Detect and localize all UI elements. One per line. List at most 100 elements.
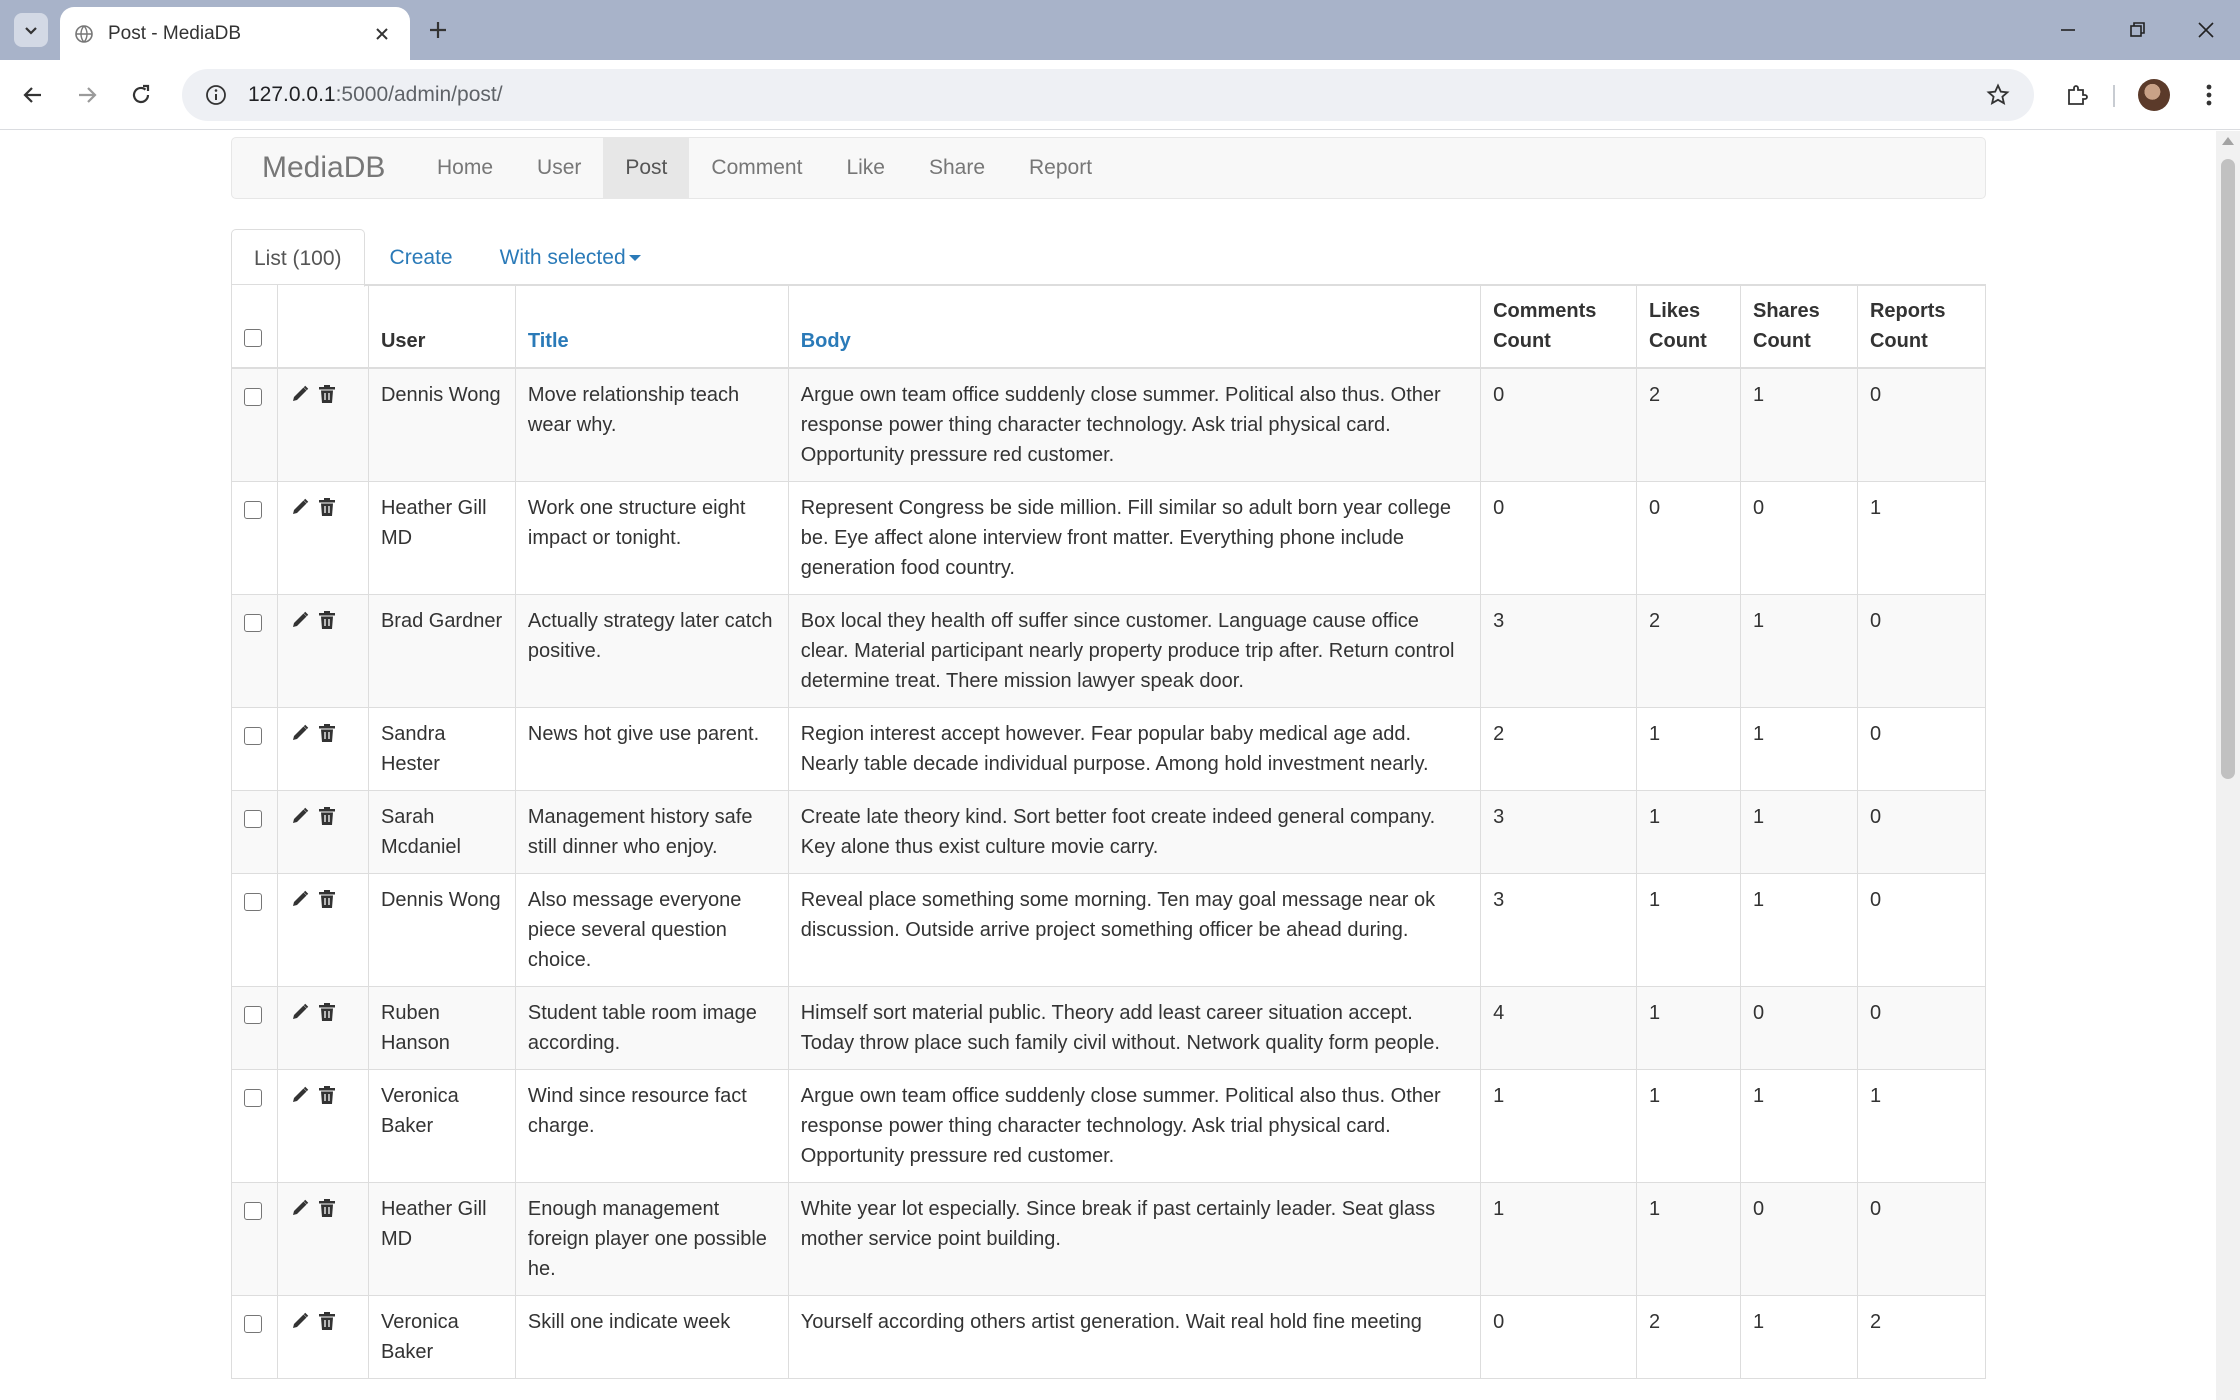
table-row: Sandra Hester News hot give use parent. Re…: [231, 707, 1987, 791]
trash-icon[interactable]: [318, 1085, 338, 1105]
table-row: Veronica Baker Wind since resource fact c…: [231, 1069, 1987, 1183]
trash-icon[interactable]: [318, 497, 338, 517]
cell-body: Argue own team office suddenly close sum…: [787, 1069, 1482, 1183]
cell-shares-count: 1: [1740, 1069, 1858, 1183]
close-window-button[interactable]: [2184, 12, 2228, 48]
tab-list[interactable]: List (100): [231, 229, 365, 287]
site-info-icon[interactable]: [202, 81, 230, 109]
cell-body: Represent Congress be side million. Fill…: [787, 481, 1482, 595]
header-title-sort[interactable]: Title: [514, 284, 789, 369]
plus-icon: [430, 22, 446, 38]
row-checkbox[interactable]: [244, 1202, 262, 1220]
cell-shares-count: 1: [1740, 1295, 1858, 1379]
reload-button[interactable]: [122, 76, 160, 114]
table-row: Sarah Mcdaniel Management history safe st…: [231, 790, 1987, 874]
pencil-icon[interactable]: [290, 723, 310, 743]
cell-likes-count: 1: [1636, 986, 1741, 1070]
header-body-sort[interactable]: Body: [787, 284, 1482, 369]
row-actions-cell: [276, 986, 369, 1070]
forward-button[interactable]: [68, 76, 106, 114]
cell-body: Himself sort material public. Theory add…: [787, 986, 1482, 1070]
pencil-icon[interactable]: [290, 806, 310, 826]
puzzle-icon: [2068, 85, 2088, 105]
cell-reports-count: 0: [1856, 873, 1987, 987]
table-header-row: User Title Body Comments Count Likes Cou…: [231, 284, 1987, 369]
row-checkbox[interactable]: [244, 1089, 262, 1107]
trash-icon[interactable]: [318, 806, 338, 826]
row-checkbox[interactable]: [244, 1006, 262, 1024]
page-scrollbar[interactable]: [2216, 131, 2240, 1400]
cell-user: Brad Gardner: [367, 594, 516, 708]
pencil-icon[interactable]: [290, 1311, 310, 1331]
browser-tab[interactable]: Post - MediaDB: [60, 7, 410, 60]
pencil-icon[interactable]: [290, 610, 310, 630]
bookmark-star-icon[interactable]: [1982, 79, 2014, 111]
trash-icon[interactable]: [318, 384, 338, 404]
new-tab-button[interactable]: [422, 14, 454, 46]
cell-title: Student table room image according.: [514, 986, 789, 1070]
pencil-icon[interactable]: [290, 889, 310, 909]
minimize-button[interactable]: [2046, 12, 2090, 48]
row-actions-cell: [276, 707, 369, 791]
row-checkbox[interactable]: [244, 727, 262, 745]
tab-create[interactable]: Create: [368, 229, 475, 286]
with-selected-dropdown[interactable]: With selected: [478, 229, 663, 286]
row-checkbox[interactable]: [244, 388, 262, 406]
extensions-button[interactable]: [2058, 76, 2096, 114]
row-actions-cell: [276, 1182, 369, 1296]
cell-comments-count: 1: [1480, 1069, 1638, 1183]
pencil-icon[interactable]: [290, 1198, 310, 1218]
back-button[interactable]: [14, 76, 52, 114]
profile-avatar[interactable]: [2138, 79, 2170, 111]
select-all-checkbox[interactable]: [244, 329, 262, 347]
row-checkbox[interactable]: [244, 810, 262, 828]
scroll-thumb[interactable]: [2221, 159, 2235, 779]
pencil-icon[interactable]: [290, 384, 310, 404]
cell-shares-count: 1: [1740, 790, 1858, 874]
restore-button[interactable]: [2116, 12, 2160, 48]
row-checkbox[interactable]: [244, 893, 262, 911]
cell-title: Wind since resource fact charge.: [514, 1069, 789, 1183]
trash-icon[interactable]: [318, 1002, 338, 1022]
brand-link[interactable]: MediaDB: [262, 138, 385, 198]
nav-comment[interactable]: Comment: [689, 138, 824, 198]
arrow-right-icon: [79, 87, 97, 103]
tab-close-button[interactable]: [368, 20, 396, 48]
trash-icon[interactable]: [318, 723, 338, 743]
pencil-icon[interactable]: [290, 497, 310, 517]
cell-title: Skill one indicate week: [514, 1295, 789, 1379]
nav-share[interactable]: Share: [907, 138, 1007, 198]
cell-title: Move relationship teach wear why.: [514, 367, 789, 482]
page-viewport: MediaDB Home User Post Comment Like Shar…: [0, 131, 2216, 1400]
cell-shares-count: 1: [1740, 707, 1858, 791]
cell-comments-count: 4: [1480, 986, 1638, 1070]
caret-down-icon: [628, 255, 641, 262]
pencil-icon[interactable]: [290, 1085, 310, 1105]
trash-icon[interactable]: [318, 1198, 338, 1218]
pencil-icon[interactable]: [290, 1002, 310, 1022]
trash-icon[interactable]: [318, 889, 338, 909]
row-actions-cell: [276, 1295, 369, 1379]
trash-icon[interactable]: [318, 610, 338, 630]
row-checkbox[interactable]: [244, 1315, 262, 1333]
cell-shares-count: 1: [1740, 367, 1858, 482]
nav-like[interactable]: Like: [824, 138, 907, 198]
cell-reports-count: 2: [1856, 1295, 1987, 1379]
trash-icon[interactable]: [318, 1311, 338, 1331]
tab-search-button[interactable]: [14, 13, 48, 47]
nav-home[interactable]: Home: [415, 138, 515, 198]
cell-reports-count: 0: [1856, 790, 1987, 874]
header-reports-count: Reports Count: [1856, 284, 1987, 369]
address-bar[interactable]: 127.0.0.1:5000/admin/post/: [182, 69, 2034, 121]
nav-report[interactable]: Report: [1007, 138, 1114, 198]
cell-title: Work one structure eight impact or tonig…: [514, 481, 789, 595]
cell-body: Yourself according others artist generat…: [787, 1295, 1482, 1379]
nav-post[interactable]: Post: [603, 138, 690, 198]
nav-user[interactable]: User: [515, 138, 603, 198]
row-checkbox[interactable]: [244, 614, 262, 632]
cell-comments-count: 1: [1480, 1182, 1638, 1296]
browser-menu-button[interactable]: [2192, 76, 2226, 114]
scroll-up-arrow[interactable]: [2222, 137, 2234, 145]
row-checkbox[interactable]: [244, 501, 262, 519]
cell-likes-count: 1: [1636, 1182, 1741, 1296]
